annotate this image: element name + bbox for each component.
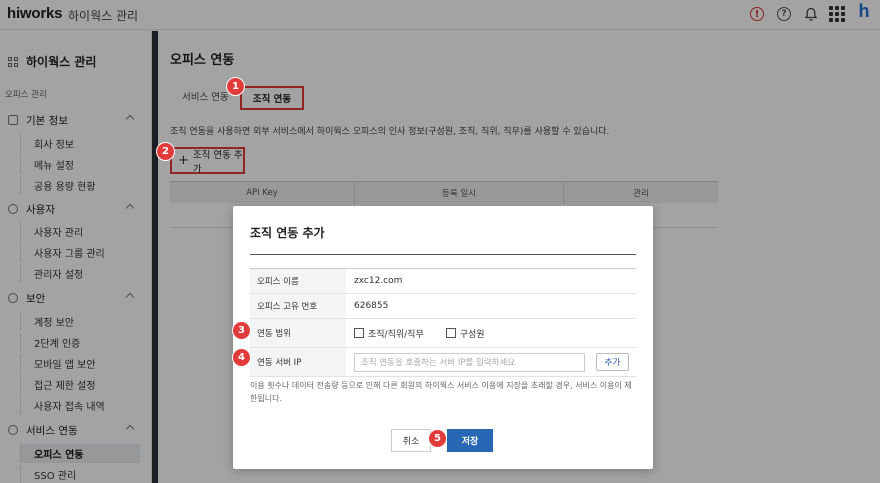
checkbox-box[interactable] — [445, 328, 456, 338]
checkbox-box[interactable] — [354, 328, 364, 338]
form-row-scope: 연동 범위 조직/직위/직무 구성원 — [250, 319, 636, 348]
add-ip-button[interactable]: 추가 — [596, 353, 629, 371]
scope-label: 연동 범위 — [250, 319, 346, 347]
server-ip-input[interactable]: 조직 연동을 호출하는 서버 IP를 입력하세요 — [354, 352, 585, 372]
step-badge-1: 1 — [226, 77, 245, 96]
scope-members-checkbox[interactable]: 구성원 — [445, 327, 485, 340]
step-badge-4: 4 — [232, 348, 251, 367]
save-button[interactable]: 저장 — [447, 429, 493, 452]
scope-org-checkbox[interactable]: 조직/직위/직무 — [354, 327, 424, 340]
office-name-label: 오피스 이름 — [250, 269, 346, 293]
office-id-value: 626855 — [354, 301, 389, 311]
office-name-value: zxc12.com — [354, 276, 403, 286]
step-badge-3: 3 — [232, 321, 251, 340]
server-ip-label: 연동 서버 IP — [250, 348, 346, 376]
scope-org-label: 조직/직위/직무 — [368, 329, 424, 340]
step-badge-5: 5 — [428, 429, 447, 448]
form-row-office-name: 오피스 이름 zxc12.com — [250, 269, 636, 294]
step-badge-2: 2 — [156, 142, 175, 161]
form-row-server-ip: 연동 서버 IP 조직 연동을 호출하는 서버 IP를 입력하세요 추가 — [250, 348, 636, 377]
scope-members-label: 구성원 — [459, 329, 485, 340]
add-org-integration-modal: 조직 연동 추가 오피스 이름 zxc12.com 오피스 고유 번호 6268… — [233, 206, 653, 469]
modal-title-divider — [250, 254, 636, 255]
cancel-button[interactable]: 취소 — [391, 429, 431, 452]
office-id-label: 오피스 고유 번호 — [250, 294, 346, 318]
usage-notice: 이용 횟수나 데이터 전송량 등으로 인해 다른 회원의 하이웍스 서비스 이용… — [250, 381, 632, 403]
modal-title: 조직 연동 추가 — [250, 226, 325, 240]
server-ip-controls: 조직 연동을 호출하는 서버 IP를 입력하세요 추가 — [346, 348, 636, 376]
form-row-office-id: 오피스 고유 번호 626855 — [250, 294, 636, 319]
integration-form: 오피스 이름 zxc12.com 오피스 고유 번호 626855 연동 범위 … — [250, 268, 636, 377]
scope-options: 조직/직위/직무 구성원 — [346, 319, 636, 347]
